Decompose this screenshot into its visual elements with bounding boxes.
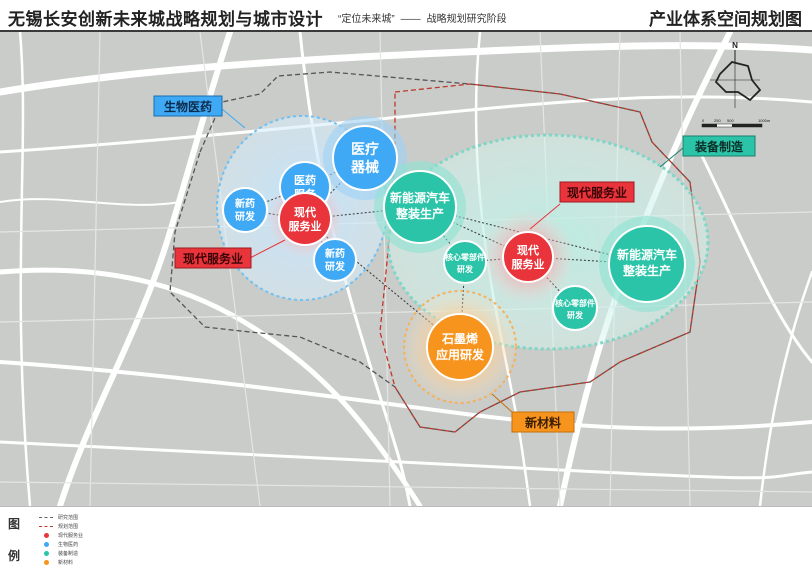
header: 无锡长安创新未来城战略规划与城市设计 “定位未来城” —— 战略规划研究阶段 产业体… <box>0 0 812 30</box>
scale-label-250: 250 <box>714 118 721 123</box>
legend-label: 现代服务业 <box>58 533 84 539</box>
legend-item-research: 研究范围 <box>38 513 83 522</box>
node-label-line2: 整装生产 <box>395 206 444 221</box>
tag-label: 新材料 <box>525 415 561 430</box>
subtitle-dash: —— <box>400 14 421 25</box>
legend-label: 研究范围 <box>58 515 79 521</box>
tag-label: 生物医药 <box>164 99 212 114</box>
subtitle-stage: 战略规划研究阶段 <box>426 14 507 25</box>
legend-title-bottom: 例 <box>8 549 21 563</box>
node-core-parts-left[interactable]: 核心零部件 研发 <box>443 240 487 284</box>
red-dot-icon <box>43 533 49 538</box>
industry-map[interactable]: 医药 服务 医疗 器械 新药 研发 现代 服务业 新药 研发 新能源汽车 整装生… <box>0 32 812 506</box>
node-new-drug-bottom[interactable]: 新药 研发 <box>313 238 357 282</box>
legend-item-planning: 规划范围 <box>38 522 83 531</box>
node-label-line2: 研发 <box>567 310 584 320</box>
node-label-line1: 现代 <box>517 243 539 257</box>
node-label-line1: 核心零部件 <box>555 298 595 308</box>
legend: 图 例 研究范围 规划范围 现代服务业 生物医药 装备制造 新材料 <box>0 506 812 575</box>
tag-label: 装备制造 <box>694 139 744 154</box>
scale-label-500: 500 <box>727 118 734 123</box>
legend-label: 新材料 <box>58 560 74 566</box>
dashed-line-icon <box>39 526 53 527</box>
node-modern-service-center[interactable]: 现代 服务业 <box>502 231 554 283</box>
node-core-parts-right[interactable]: 核心零部件 研发 <box>552 285 598 331</box>
node-modern-service-left[interactable]: 现代 服务业 <box>278 192 332 246</box>
legend-label: 装备制造 <box>58 551 79 557</box>
node-label-line2: 服务业 <box>289 219 322 233</box>
legend-label: 生物医药 <box>58 542 79 548</box>
subtitle-quote: “定位未来城” <box>338 14 395 25</box>
node-label-line1: 现代 <box>294 205 316 219</box>
node-new-drug-left[interactable]: 新药 研发 <box>222 187 268 233</box>
legend-title-top: 图 <box>8 517 21 531</box>
tag-label: 现代服务业 <box>183 251 243 266</box>
node-label-line2: 服务业 <box>512 257 545 271</box>
legend-label: 规划范围 <box>58 524 79 530</box>
node-nev-left[interactable]: 新能源汽车 整装生产 <box>383 170 457 244</box>
legend-item-service: 现代服务业 <box>38 531 83 540</box>
tag-label: 现代服务业 <box>567 185 627 200</box>
legend-item-bio: 生物医药 <box>38 540 83 549</box>
node-medical-device[interactable]: 医疗 器械 <box>332 125 398 191</box>
node-label-line1: 新能源汽车 <box>390 190 450 205</box>
north-label: N <box>732 41 738 50</box>
document-title: 无锡长安创新未来城战略规划与城市设计 <box>8 10 323 29</box>
node-nev-right[interactable]: 新能源汽车 整装生产 <box>608 225 686 303</box>
node-graphene[interactable]: 石墨烯 应用研发 <box>426 313 494 381</box>
orange-dot-icon <box>43 560 49 565</box>
node-label-line1: 新能源汽车 <box>617 247 677 262</box>
node-label-line2: 研发 <box>235 210 256 223</box>
node-label-line2: 研发 <box>325 260 346 273</box>
map-title: 产业体系空间规划图 <box>649 10 802 29</box>
node-label-line1: 新药 <box>235 197 255 210</box>
teal-dot-icon <box>43 551 49 556</box>
node-label-line2: 应用研发 <box>436 347 485 362</box>
node-label-line1: 新药 <box>325 247 345 260</box>
node-label-line2: 整装生产 <box>622 263 671 278</box>
legend-item-equip: 装备制造 <box>38 549 83 558</box>
blue-dot-icon <box>43 542 49 547</box>
subtitle: “定位未来城” —— 战略规划研究阶段 <box>338 10 507 25</box>
legend-items: 研究范围 规划范围 现代服务业 生物医药 装备制造 新材料 <box>38 513 83 567</box>
node-label-line1: 医疗 <box>351 141 379 157</box>
node-label-line2: 研发 <box>457 264 474 274</box>
legend-item-material: 新材料 <box>38 558 83 567</box>
node-label-line2: 器械 <box>350 159 379 175</box>
node-label-line1: 医药 <box>294 173 316 187</box>
dashed-line-icon <box>39 517 53 518</box>
node-label-line1: 核心零部件 <box>445 252 485 262</box>
node-label-line1: 石墨烯 <box>441 331 478 346</box>
scale-label-1000: 1000m <box>758 118 771 123</box>
